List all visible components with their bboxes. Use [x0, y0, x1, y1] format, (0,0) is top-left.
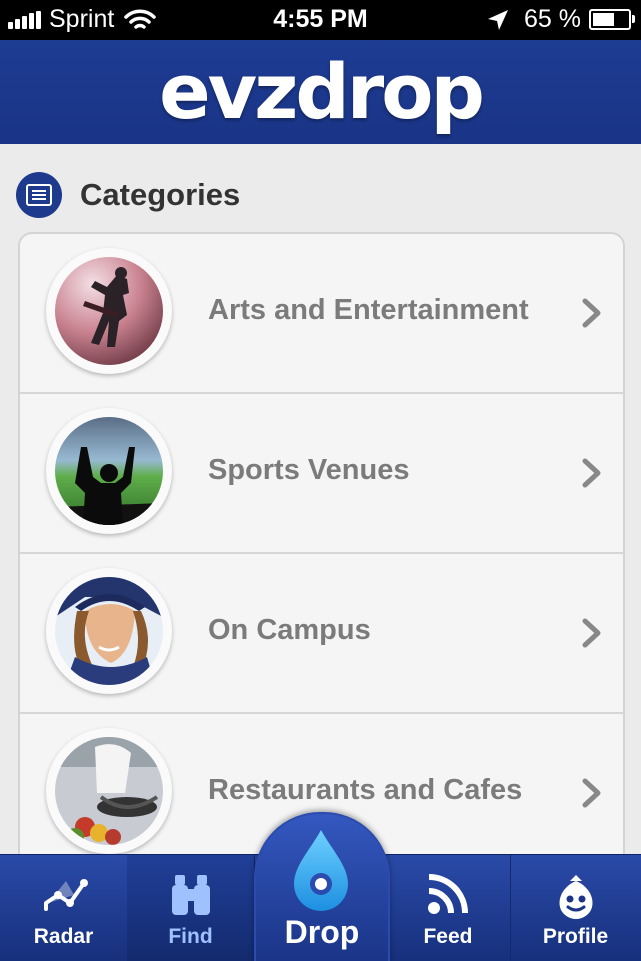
status-right: 65 % — [486, 5, 635, 34]
drop-label: Drop — [284, 914, 360, 950]
binoculars-icon — [171, 875, 210, 915]
chevron-right-icon — [582, 298, 601, 328]
app-screen: Sprint 4:55 PM 65 % evzdrop Categories A… — [0, 0, 641, 961]
category-label: On Campus — [208, 614, 371, 646]
drop-button[interactable]: Drop — [254, 812, 390, 961]
restaurants-photo — [55, 737, 163, 845]
chevron-right-icon — [582, 778, 601, 808]
campus-photo — [55, 577, 163, 685]
category-row-campus[interactable]: On Campus — [20, 554, 623, 714]
arts-photo — [55, 257, 163, 365]
categories-header: Categories — [16, 172, 240, 218]
status-bar: Sprint 4:55 PM 65 % — [0, 0, 641, 40]
category-label: Arts and Entertainment — [208, 294, 529, 326]
category-thumbnail — [46, 568, 172, 694]
category-label: Sports Venues — [208, 454, 410, 486]
category-row-arts[interactable]: Arts and Entertainment — [20, 234, 623, 394]
category-label: Restaurants and Cafes — [208, 774, 523, 806]
category-row-sports[interactable]: Sports Venues — [20, 394, 623, 554]
tab-label: Profile — [542, 925, 609, 948]
category-thumbnail — [46, 408, 172, 534]
rss-feed-icon — [428, 874, 468, 914]
radar-chart-icon — [43, 879, 88, 911]
app-header: evzdrop — [0, 40, 641, 144]
category-thumbnail — [46, 248, 172, 374]
battery-percent: 65 % — [524, 5, 581, 33]
main-content: Categories Arts and Entertainment Sports… — [0, 144, 641, 916]
sports-photo — [55, 417, 163, 525]
list-icon — [16, 172, 62, 218]
tab-radar[interactable]: Radar — [0, 855, 128, 961]
tab-label: Find — [168, 925, 213, 948]
location-arrow-icon — [488, 9, 509, 30]
profile-face-icon — [559, 875, 592, 919]
chevron-right-icon — [582, 458, 601, 488]
tab-find[interactable]: Find — [127, 855, 255, 961]
battery-fill — [593, 13, 614, 26]
water-drop-icon — [294, 830, 348, 911]
battery-icon — [589, 9, 635, 30]
app-logo: evzdrop — [159, 47, 485, 136]
tab-label: Feed — [423, 925, 473, 948]
page-title: Categories — [80, 177, 241, 212]
tab-profile[interactable]: Profile — [510, 855, 641, 961]
category-thumbnail — [46, 728, 172, 854]
tab-feed[interactable]: Feed — [386, 855, 511, 961]
chevron-right-icon — [582, 618, 601, 648]
tab-label: Radar — [33, 925, 94, 948]
